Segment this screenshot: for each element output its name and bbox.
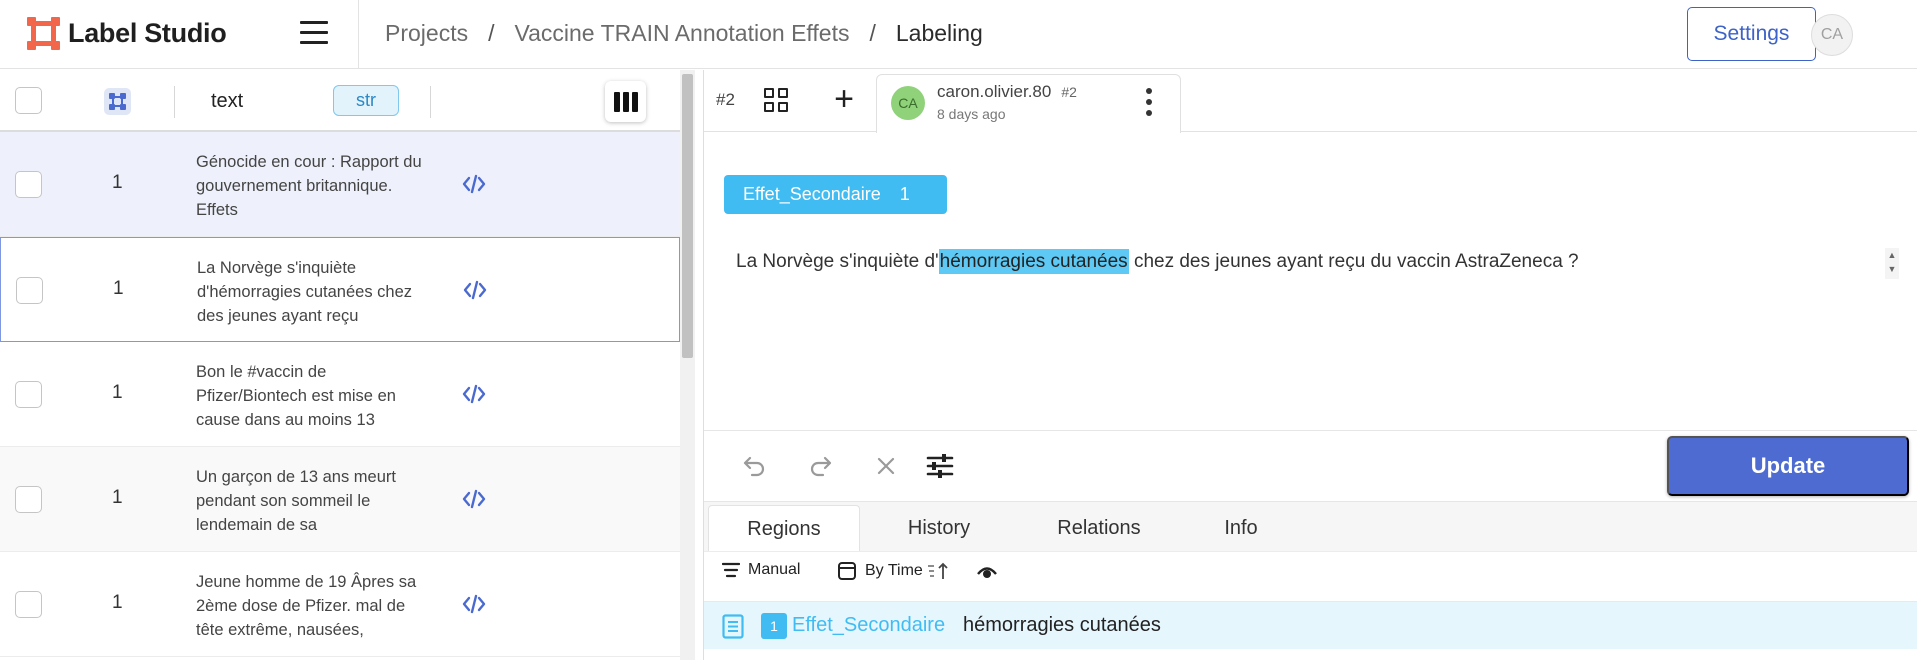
avatar[interactable]: CA xyxy=(1811,14,1853,56)
annotator-name: caron.olivier.80 #2 xyxy=(937,82,1077,101)
table-scrollbar-thumb[interactable] xyxy=(682,74,693,358)
region-index: 1 xyxy=(761,613,787,639)
label-count: 1 xyxy=(899,184,910,204)
annotation-time: 8 days ago xyxy=(937,106,1006,122)
manual-sort[interactable]: Manual xyxy=(722,561,800,579)
annotation-text[interactable]: La Norvège s'inquiète d'hémorragies cuta… xyxy=(736,249,1579,274)
row-checkbox[interactable] xyxy=(15,171,42,198)
tab-relations[interactable]: Relations xyxy=(1034,505,1164,552)
task-table: text str 1 Génocide en cour : Rapport du… xyxy=(0,70,695,660)
list-icon xyxy=(722,562,740,578)
label-studio-logo-icon xyxy=(27,17,60,50)
calendar-icon xyxy=(838,562,856,580)
avatar: CA xyxy=(891,86,925,120)
annotation-id: #2 xyxy=(1061,84,1077,100)
breadcrumb-project[interactable]: Vaccine TRAIN Annotation Effets xyxy=(514,20,849,47)
region-item[interactable]: 1 Effet_Secondaire hémorragies cutanées xyxy=(704,601,1917,649)
table-row[interactable]: 1 Génocide en cour : Rapport du gouverne… xyxy=(0,132,680,237)
breadcrumb-projects[interactable]: Projects xyxy=(385,20,468,47)
divider xyxy=(358,0,359,69)
annotation-count: 1 xyxy=(112,487,123,508)
labeling-panel: #2 + CA caron.olivier.80 #2 8 days ago Ef… xyxy=(704,70,1917,660)
annotation-count: 1 xyxy=(112,172,123,193)
table-row[interactable]: 1 Bon le #vaccin de Pfizer/Biontech est … xyxy=(0,342,680,447)
code-icon[interactable] xyxy=(463,280,487,300)
column-type-badge: str xyxy=(333,85,399,116)
annotation-bar: #2 + CA caron.olivier.80 #2 8 days ago xyxy=(704,70,1917,133)
table-row[interactable]: 1 La Norvège s'inquiète d'hémorragies cu… xyxy=(0,237,680,342)
menu-icon[interactable] xyxy=(300,21,328,45)
annotation-count: 1 xyxy=(113,278,124,299)
update-button[interactable]: Update xyxy=(1667,436,1909,496)
row-text: Un garçon de 13 ans meurt pendant son so… xyxy=(196,468,396,534)
columns-toggle-icon[interactable] xyxy=(605,81,646,122)
annotation-count: 1 xyxy=(112,382,123,403)
column-header-text[interactable]: text xyxy=(211,90,243,113)
row-text: Bon le #vaccin de Pfizer/Biontech est mi… xyxy=(196,363,396,429)
editor-toolbar: Update xyxy=(704,430,1917,501)
code-icon[interactable] xyxy=(462,594,486,614)
code-icon[interactable] xyxy=(462,174,486,194)
sort-order-icon[interactable] xyxy=(927,561,949,581)
breadcrumb: Projects / Vaccine TRAIN Annotation Effe… xyxy=(385,20,983,47)
panel-tabs: Regions History Relations Info xyxy=(704,501,1917,552)
annotations-column-icon[interactable] xyxy=(104,88,131,115)
code-icon[interactable] xyxy=(462,489,486,509)
table-header: text str xyxy=(0,70,680,132)
label-effet-secondaire[interactable]: Effet_Secondaire 1 xyxy=(724,175,947,214)
row-checkbox[interactable] xyxy=(15,591,42,618)
code-icon[interactable] xyxy=(462,384,486,404)
settings-button[interactable]: Settings xyxy=(1687,7,1816,61)
highlighted-region[interactable]: hémorragies cutanées xyxy=(938,249,1129,274)
breadcrumb-separator: / xyxy=(869,20,876,46)
table-row[interactable]: 1 Jeune homme de 19 Âpres sa 2ème dose d… xyxy=(0,552,680,657)
app-name: Label Studio xyxy=(68,18,227,48)
row-checkbox[interactable] xyxy=(15,381,42,408)
column-divider xyxy=(430,86,431,118)
region-text: hémorragies cutanées xyxy=(963,614,1161,636)
settings-sliders-icon[interactable] xyxy=(925,451,955,481)
redo-icon[interactable] xyxy=(805,451,835,481)
tab-regions[interactable]: Regions xyxy=(708,505,860,552)
add-annotation-icon[interactable]: + xyxy=(830,82,858,116)
annotation-count: 1 xyxy=(112,592,123,613)
row-checkbox[interactable] xyxy=(16,277,43,304)
reset-icon[interactable] xyxy=(871,451,901,481)
row-text: Jeune homme de 19 Âpres sa 2ème dose de … xyxy=(196,573,417,639)
row-text: Génocide en cour : Rapport du gouverneme… xyxy=(196,153,422,219)
task-id: #2 xyxy=(716,90,735,109)
row-text: La Norvège s'inquiète d'hémorragies cuta… xyxy=(197,259,413,325)
more-options-icon[interactable] xyxy=(1144,88,1154,120)
tab-info[interactable]: Info xyxy=(1196,505,1286,552)
column-divider xyxy=(174,86,175,118)
breadcrumb-separator: / xyxy=(488,20,495,46)
region-label: Effet_Secondaire xyxy=(792,614,946,636)
sort-by-time[interactable]: By Time xyxy=(837,561,949,581)
regions-sortbar: Manual By Time xyxy=(704,551,1917,591)
grid-view-icon[interactable] xyxy=(764,88,789,113)
app-logo[interactable]: Label Studio xyxy=(27,17,227,50)
undo-icon[interactable] xyxy=(740,451,770,481)
breadcrumb-current: Labeling xyxy=(895,20,983,46)
top-bar: Label Studio Projects / Vaccine TRAIN An… xyxy=(0,0,1917,69)
table-row[interactable]: 1 Un garçon de 13 ans meurt pendant son … xyxy=(0,447,680,552)
select-all-checkbox[interactable] xyxy=(15,87,42,114)
row-checkbox[interactable] xyxy=(15,486,42,513)
annotation-tab[interactable]: CA caron.olivier.80 #2 8 days ago xyxy=(876,74,1181,133)
tab-history[interactable]: History xyxy=(874,505,1004,552)
text-scroll-icon[interactable]: ▲ ▼ xyxy=(1885,248,1899,279)
eye-icon[interactable] xyxy=(976,563,998,581)
text-region-icon xyxy=(722,614,744,639)
